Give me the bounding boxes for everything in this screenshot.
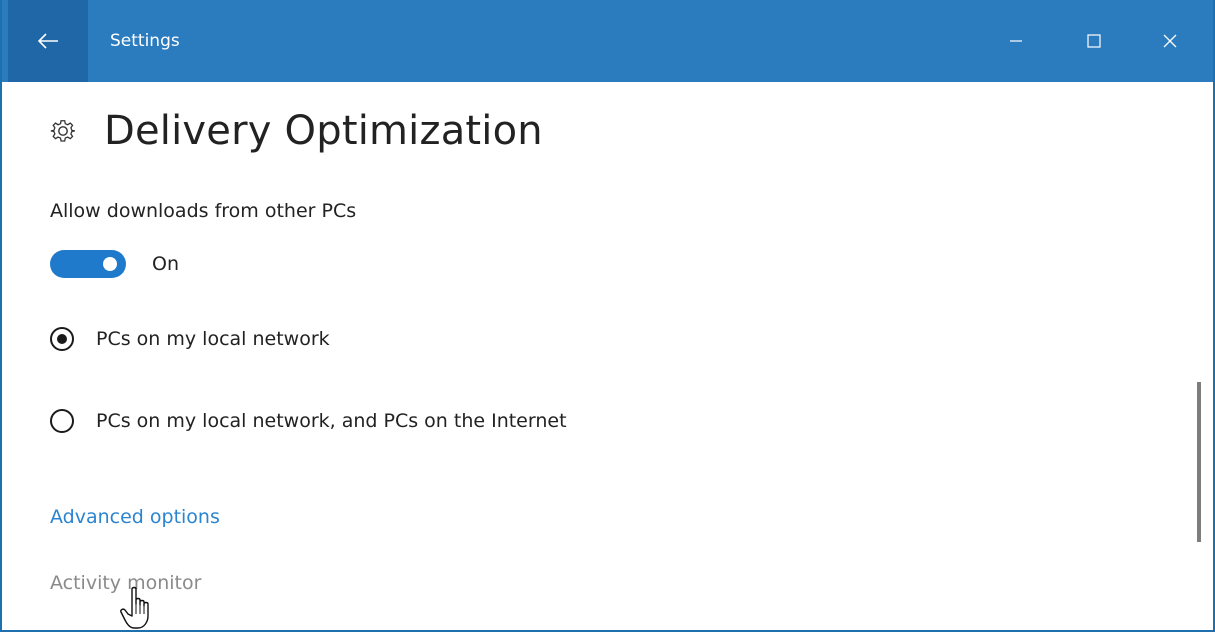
title-bar: Settings	[2, 0, 1213, 82]
back-button[interactable]	[8, 0, 88, 82]
radio-label: PCs on my local network	[96, 328, 330, 350]
minimize-button[interactable]	[981, 0, 1051, 82]
settings-window: Settings Delivery Optimization Allow dow…	[0, 0, 1215, 632]
radio-local-and-internet[interactable]: PCs on my local network, and PCs on the …	[50, 409, 567, 433]
allow-downloads-toggle-row: On	[50, 250, 179, 278]
hand-pointer-cursor-icon	[120, 586, 149, 629]
radio-button-unchecked[interactable]	[50, 409, 74, 433]
page-title: Delivery Optimization	[104, 108, 543, 154]
radio-button-checked[interactable]	[50, 327, 74, 351]
minimize-icon	[1010, 40, 1022, 42]
radio-local-network[interactable]: PCs on my local network	[50, 327, 330, 351]
toggle-state-label: On	[152, 253, 179, 275]
maximize-icon	[1087, 34, 1101, 48]
page-header: Delivery Optimization	[50, 108, 543, 154]
allow-downloads-toggle[interactable]	[50, 250, 126, 278]
window-title: Settings	[110, 31, 180, 51]
toggle-knob	[103, 257, 117, 271]
radio-label: PCs on my local network, and PCs on the …	[96, 410, 567, 432]
advanced-options-link[interactable]: Advanced options	[50, 506, 220, 528]
close-icon	[1163, 34, 1177, 48]
maximize-button[interactable]	[1059, 0, 1129, 82]
close-button[interactable]	[1135, 0, 1205, 82]
allow-downloads-label: Allow downloads from other PCs	[50, 200, 357, 222]
vertical-scrollbar[interactable]	[1197, 382, 1201, 542]
settings-content: Delivery Optimization Allow downloads fr…	[2, 82, 1213, 630]
gear-icon	[50, 120, 75, 142]
back-arrow-icon	[37, 33, 58, 49]
